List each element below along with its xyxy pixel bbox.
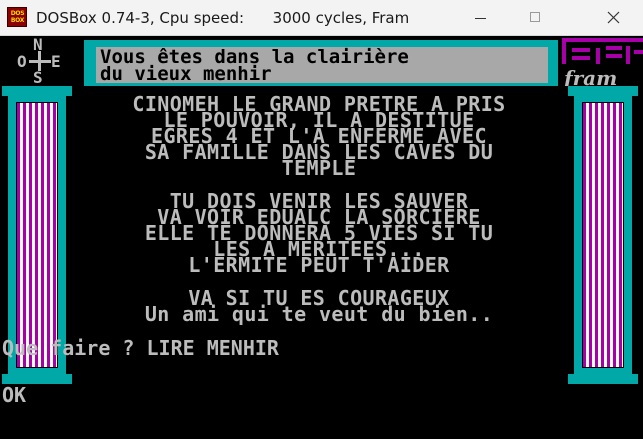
compass-west-label[interactable]: O: [17, 52, 27, 71]
logo-bar: [634, 50, 643, 54]
logo-bar: [572, 56, 590, 60]
pillar-capital: [568, 86, 638, 96]
logo-bar: [562, 42, 566, 64]
logo-bar: [626, 46, 630, 64]
logo-text: fram: [564, 66, 618, 86]
logo-bar: [572, 48, 590, 52]
command-response: OK: [2, 383, 27, 407]
pillar-fluting: [582, 102, 624, 368]
command-prompt[interactable]: Que faire ? LIRE MENHIR: [2, 338, 279, 358]
logo-bar: [562, 38, 643, 42]
close-button[interactable]: [590, 0, 636, 35]
app-icon-label-top: DOS: [10, 10, 25, 17]
pillar-capital: [2, 86, 72, 96]
minimize-button[interactable]: [457, 0, 503, 35]
inscription-line: Un ami qui te veut du bien..: [144, 302, 494, 326]
dos-game-screen[interactable]: N O E S Vous êtes dans la clairière du v…: [0, 36, 643, 439]
app-icon-label-bottom: BOX: [10, 17, 25, 24]
logo-bar: [606, 46, 622, 50]
inscription-line: TEMPLE: [281, 156, 357, 180]
location-description: Vous êtes dans la clairière du vieux men…: [96, 47, 548, 85]
dosbox-app-icon[interactable]: DOS BOX: [7, 7, 27, 27]
maximize-button[interactable]: [512, 0, 558, 35]
game-logo: fram: [562, 38, 643, 86]
window-title-bar[interactable]: DOS BOX DOSBox 0.74-3, Cpu speed: 3000 c…: [0, 0, 643, 36]
window-title: DOSBox 0.74-3, Cpu speed: 3000 cycles, F…: [36, 9, 410, 27]
location-line-2: du vieux menhir: [100, 63, 272, 85]
logo-bar: [596, 48, 600, 64]
pillar-base: [568, 374, 638, 384]
close-icon: [607, 11, 620, 24]
right-pillar: [568, 86, 638, 384]
compass-cross-vertical: [38, 51, 41, 71]
compass-rose[interactable]: N O E S: [0, 36, 80, 87]
inscription-line: L'ERMITE PEUT T'AIDER: [188, 253, 450, 277]
logo-bar: [606, 54, 622, 58]
pillar-fluting: [16, 102, 58, 368]
compass-east-label[interactable]: E: [51, 52, 61, 71]
